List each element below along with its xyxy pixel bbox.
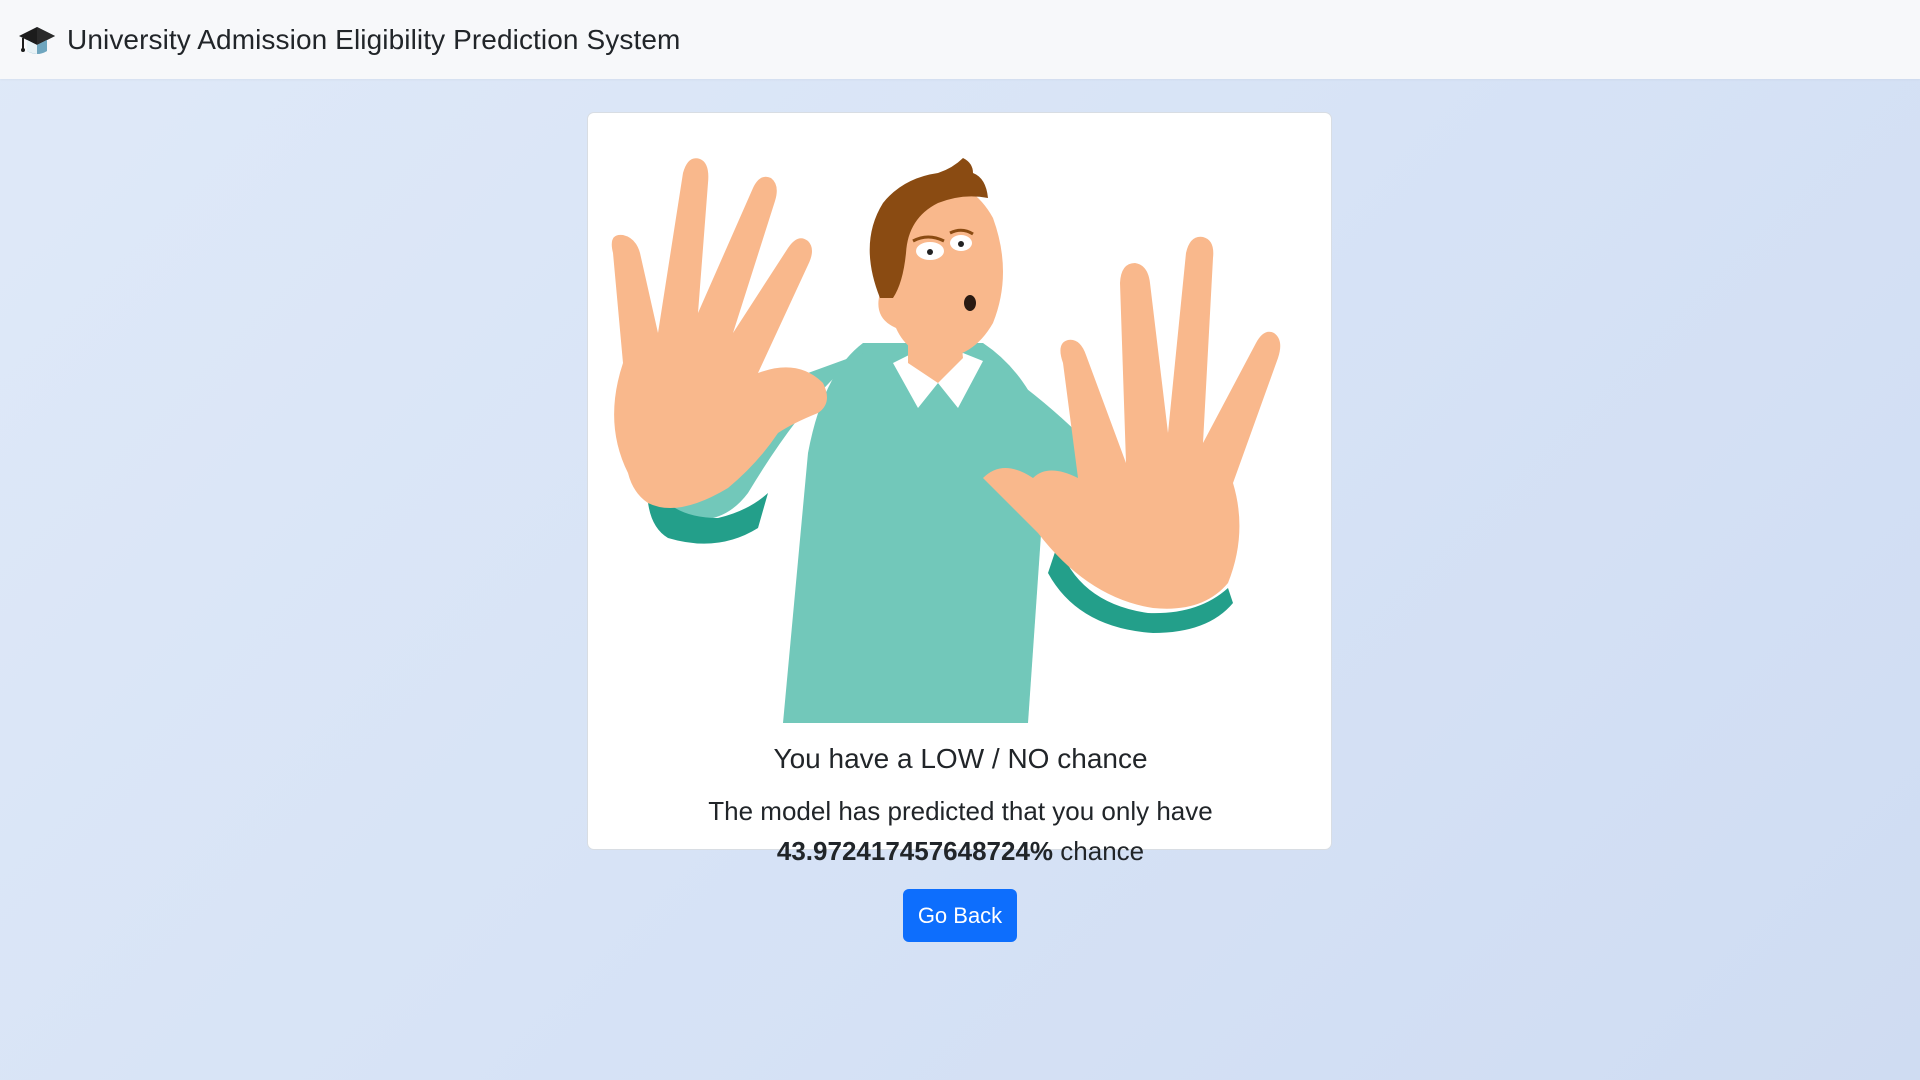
predicted-percentage: 43.972417457648724%: [776, 836, 1054, 866]
navbar-brand[interactable]: University Admission Eligibility Predict…: [17, 22, 680, 58]
result-message: The model has predicted that you only ha…: [588, 791, 1333, 871]
go-back-button[interactable]: Go Back: [903, 889, 1017, 942]
result-heading: You have a LOW / NO chance: [773, 743, 1148, 774]
result-message-suffix: chance: [1060, 836, 1145, 866]
man-with-raised-hands-illustration: [611, 158, 1281, 723]
app-title: University Admission Eligibility Predict…: [67, 23, 681, 55]
result-card: You have a LOW / NO chance The model has…: [587, 112, 1332, 942]
graduation-cap-icon: [17, 22, 57, 58]
result-message-prefix: The model has predicted that you only ha…: [708, 796, 1213, 826]
navbar: University Admission Eligibility Predict…: [0, 0, 1920, 79]
